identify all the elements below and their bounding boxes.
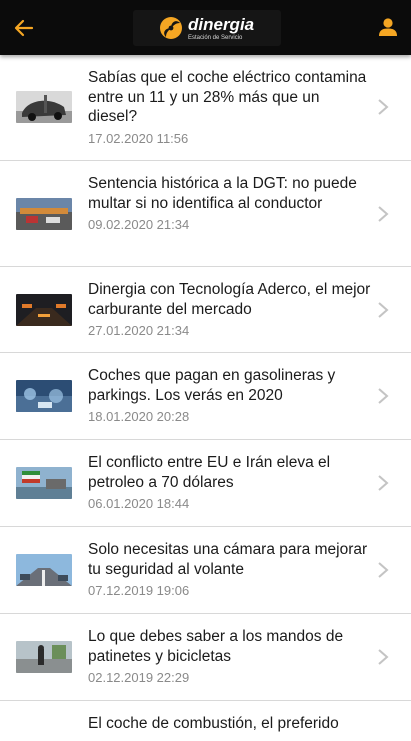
news-item[interactable]: El coche de combustión, el preferido: [0, 701, 411, 741]
chevron-right-icon: [378, 99, 389, 115]
chevron-right-icon: [378, 562, 389, 578]
dinergia-logo-icon: [160, 17, 182, 39]
arrow-left-icon: [14, 19, 34, 37]
news-thumbnail: [16, 294, 72, 326]
logo-subtitle: Estación de Servicio: [188, 34, 243, 41]
news-date: 07.12.2019 19:06: [88, 583, 190, 598]
news-date: 27.01.2020 21:34: [88, 323, 190, 338]
news-item[interactable]: Dinergia con Tecnología Aderco, el mejor…: [0, 267, 411, 353]
news-item[interactable]: El conflicto entre EU e Irán eleva el pe…: [0, 440, 411, 527]
chevron-right-icon: [378, 388, 389, 404]
news-item[interactable]: Sentencia histórica a la DGT: no puede m…: [0, 161, 411, 267]
news-thumbnail: [16, 91, 72, 123]
profile-button[interactable]: [375, 14, 401, 40]
chevron-right-icon: [378, 649, 389, 665]
news-item[interactable]: Sabías que el coche eléctrico contamina …: [0, 55, 411, 161]
chevron-right-icon: [378, 302, 389, 318]
news-item[interactable]: Lo que debes saber a los mandos de patin…: [0, 614, 411, 701]
news-thumbnail: [16, 467, 72, 499]
logo-name: dinergia: [188, 14, 255, 34]
news-item[interactable]: Coches que pagan en gasolineras y parkin…: [0, 353, 411, 440]
news-date: 09.02.2020 21:34: [88, 217, 190, 232]
chevron-right-icon: [378, 475, 389, 491]
chevron-right-icon: [378, 206, 389, 222]
news-title: Coches que pagan en gasolineras y parkin…: [88, 367, 336, 404]
news-thumbnail: [16, 554, 72, 586]
news-list: Sabías que el coche eléctrico contamina …: [0, 55, 411, 741]
news-title: Dinergia con Tecnología Aderco, el mejor…: [88, 281, 371, 318]
news-date: 06.01.2020 18:44: [88, 496, 190, 511]
news-title: Lo que debes saber a los mandos de patin…: [88, 628, 344, 665]
news-thumbnail: [16, 641, 72, 673]
news-item[interactable]: Solo necesitas una cámara para mejorar t…: [0, 527, 411, 614]
news-date: 17.02.2020 11:56: [88, 130, 189, 146]
news-date: 18.01.2020 20:28: [88, 409, 190, 424]
news-thumbnail: [16, 380, 72, 412]
news-thumbnail: [16, 198, 72, 230]
app-header: dinergia Estación de Servicio: [0, 0, 411, 55]
user-icon: [379, 18, 397, 36]
brand-logo: dinergia Estación de Servicio: [133, 10, 281, 46]
news-title: Sabías que el coche eléctrico contamina …: [88, 69, 367, 125]
news-title: Solo necesitas una cámara para mejorar t…: [88, 541, 368, 578]
back-button[interactable]: [10, 14, 38, 42]
news-date: 02.12.2019 22:29: [88, 670, 190, 685]
news-title: El conflicto entre EU e Irán eleva el pe…: [88, 454, 331, 491]
news-title: Sentencia histórica a la DGT: no puede m…: [88, 175, 357, 212]
